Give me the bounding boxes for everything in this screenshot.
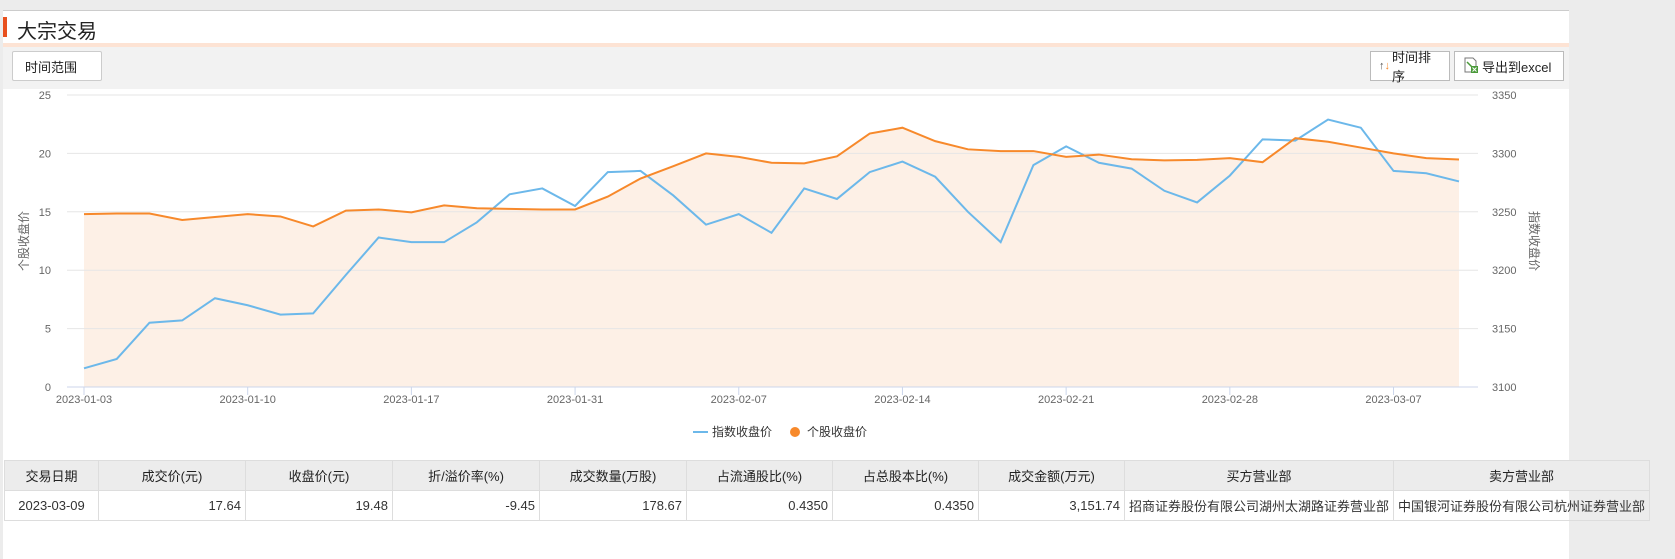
y-tick-label: 20 [39, 148, 51, 160]
y2-tick-label: 3200 [1492, 265, 1516, 277]
table-cell: 0.4350 [686, 490, 833, 521]
legend-stock-label: 个股收盘价 [807, 424, 867, 439]
table-cell: 3,151.74 [978, 490, 1125, 521]
column-header: 占流通股比(%) [686, 460, 833, 491]
column-header: 占总股本比(%) [832, 460, 979, 491]
table-cell: 0.4350 [832, 490, 979, 521]
title-bar: 大宗交易 [3, 11, 1569, 43]
x-tick-label: 2023-01-17 [383, 394, 439, 406]
legend-stock-swatch [790, 427, 800, 437]
x-tick-label: 2023-01-31 [547, 394, 603, 406]
table-cell: 中国银河证券股份有限公司杭州证券营业部 [1393, 490, 1651, 521]
x-tick-label: 2023-02-14 [874, 394, 930, 406]
column-header: 成交数量(万股) [539, 460, 687, 491]
y2-tick-label: 3350 [1492, 90, 1516, 102]
stock-area [84, 127, 1459, 388]
table-cell: 招商证券股份有限公司湖州太湖路证券营业部 [1123, 490, 1395, 521]
y-axis-title: 个股收盘价 [16, 211, 31, 271]
table-header-row: 交易日期 成交价(元) 收盘价(元) 折/溢价率(%) 成交数量(万股) 占流通股比(%)… [4, 460, 1651, 491]
column-header: 卖方营业部 [1393, 460, 1651, 491]
table-cell: 17.64 [98, 490, 246, 521]
title-accent [3, 17, 7, 37]
y2-axis-title: 指数收盘价 [1527, 211, 1542, 271]
column-header: 交易日期 [4, 460, 99, 491]
column-header: 买方营业部 [1123, 460, 1395, 491]
legend-index-label: 指数收盘价 [712, 424, 772, 439]
price-chart: 0 3100 5 3150 10 3200 15 3250 20 3300 25 3350 2023-0… [16, 90, 1542, 439]
x-tick-label: 2023-01-03 [56, 394, 112, 406]
y2-tick-label: 3250 [1492, 207, 1516, 219]
table-row[interactable]: 2023-03-09 17.64 19.48 -9.45 178.67 0.4350 0.4… [4, 490, 1651, 521]
toolbar: 时间范围 ↑↓ 时间排序 导出到excel [3, 47, 1569, 89]
y-tick-label: 10 [39, 265, 51, 277]
time-sort-label: 时间排序 [1392, 50, 1432, 84]
column-header: 成交价(元) [98, 460, 246, 491]
excel-icon [1463, 57, 1479, 76]
y2-tick-label: 3100 [1492, 382, 1516, 394]
x-tick-label: 2023-03-07 [1365, 394, 1421, 406]
x-tick-label: 2023-02-07 [711, 394, 767, 406]
export-label: 导出到excel [1482, 59, 1552, 75]
table-cell: 19.48 [245, 490, 393, 521]
table-cell: 2023-03-09 [4, 490, 99, 521]
column-header: 收盘价(元) [245, 460, 393, 491]
y-tick-label: 15 [39, 207, 51, 219]
y-tick-label: 0 [45, 382, 51, 394]
y-tick-label: 25 [39, 90, 51, 102]
page-title: 大宗交易 [17, 21, 97, 43]
y-tick-label: 5 [45, 324, 51, 336]
export-excel-button[interactable]: 导出到excel [1454, 51, 1564, 81]
time-sort-button[interactable]: ↑↓ 时间排序 [1370, 50, 1450, 84]
block-trade-table: 交易日期 成交价(元) 收盘价(元) 折/溢价率(%) 成交数量(万股) 占流通股比(%)… [4, 460, 1651, 521]
column-header: 折/溢价率(%) [392, 460, 540, 491]
x-tick-label: 2023-01-10 [220, 394, 276, 406]
chart-legend: 指数收盘价 个股收盘价 [693, 424, 867, 439]
x-tick-label: 2023-02-28 [1202, 394, 1258, 406]
y2-tick-label: 3150 [1492, 324, 1516, 336]
table-cell: 178.67 [539, 490, 687, 521]
x-tick-label: 2023-02-21 [1038, 394, 1094, 406]
time-range-label: 时间范围 [25, 59, 78, 75]
y2-tick-label: 3300 [1492, 148, 1516, 160]
sort-arrows-icon: ↑↓ [1379, 60, 1390, 72]
column-header: 成交金额(万元) [978, 460, 1125, 491]
table-cell: -9.45 [392, 490, 540, 521]
time-range-button[interactable]: 时间范围 [12, 51, 102, 81]
